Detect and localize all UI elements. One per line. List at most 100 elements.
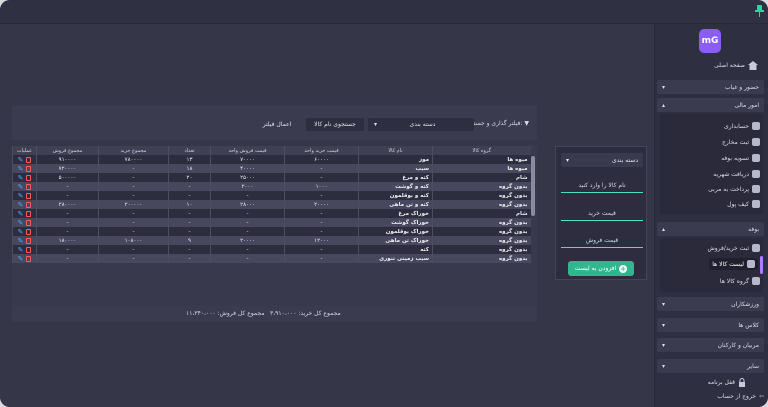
edit-icon[interactable]: ✎ [18,156,24,164]
delete-icon[interactable] [26,166,32,172]
delete-icon[interactable] [26,256,32,262]
sidebar-section-attendance[interactable]: ▾ حضور و غیاب [657,80,764,94]
table-cell: بدون گروه [432,182,531,191]
buy-price-input[interactable]: قیمت خرید [561,207,643,221]
table-row[interactable]: بدون گروه خوراک تن ماهی ۱۲۰۰۰ ۲۰۰۰۰ ۹ ۱۰۸۰۰۰ ۱… [12,236,531,245]
edit-icon[interactable]: ✎ [18,219,24,227]
table-row[interactable]: بدون گروه کته و گوشت ۱۰۰۰ ۲۰۰۰- - - ✎ [12,182,531,191]
sidebar-section-coaches[interactable]: ▾ مربیان و کارکنان [657,338,764,352]
sidebar-section-athletes[interactable]: ▾ ورزشکاران [657,297,764,311]
sidebar-section-buffet[interactable]: ▴ بوفه [657,222,764,236]
apply-filter-button[interactable]: اعمال فیلتر [252,118,302,131]
filter-bar: فیلتر گذاری و جستجو: ▼ ▾ دسته بندی جستجو… [12,106,537,140]
search-input[interactable]: جستجوی نام کالا [306,118,364,131]
product-name-input[interactable]: نام کالا را وارد کنید [561,179,643,193]
category-select-value: دسته بندی [612,156,638,164]
table-row[interactable]: میوه ها سیب -۴۰۰۰۰ ۱۸-۷۲۰۰۰۰ ✎ [12,164,531,173]
logout-button[interactable]: خروج از حساب ⇦ [717,393,764,400]
table-cell: ۵۰۰۰۰۰ [36,173,99,182]
column-header: عملیات [12,146,37,155]
filter-label-text: فیلتر گذاری و جستجو: [466,120,523,127]
dollar-icon [752,154,760,162]
edit-icon[interactable]: ✎ [18,183,24,191]
category-select[interactable]: ▾ دسته بندی [561,153,643,167]
table-cell: - [36,209,99,218]
delete-icon[interactable] [26,247,32,253]
wallet-icon [752,200,760,208]
column-header: نام کالا [358,146,433,155]
table-cell: ۲۰۰۰۰۰ [98,200,169,209]
delete-icon[interactable] [26,238,32,244]
sidebar-item-expenses[interactable]: ثبت مخارج [722,138,760,146]
sidebar-section-other[interactable]: ▾ سایر [657,359,764,373]
sell-price-input[interactable]: قیمت فروش [561,234,643,248]
athletes-label: ورزشکاران [731,300,759,308]
delete-icon[interactable] [26,220,32,226]
delete-icon[interactable] [26,193,32,199]
sidebar-item-buy-sell[interactable]: ثبت خرید/فروش [707,244,760,252]
table-cell: - [210,191,285,200]
delete-icon[interactable] [26,175,32,181]
table-row[interactable]: بدون گروه خوراک گوشت - - - - - ✎ [12,218,531,227]
sidebar-item-accounting[interactable]: حسابداری [724,122,760,130]
table-cell: بدون گروه [432,191,531,200]
table-row[interactable]: بدون گروه کته و تن ماهی ۲۰۰۰۰ ۲۸۰۰۰ ۱۰ ۲۰۰۰۰۰… [12,200,531,209]
table-cell: - [284,209,359,218]
edit-icon[interactable]: ✎ [18,210,24,218]
sidebar-item-coach-payment[interactable]: پرداخت به مربی [708,185,760,193]
table-cell: - [98,191,169,200]
table-cell: ۷۲۰۰۰۰ [36,164,99,173]
table-header-row: گروه کالا نام کالا قیمت خرید واحد قیمت فروش… [12,146,531,155]
category-filter-select[interactable]: ▾ دسته بندی [368,118,474,131]
edit-icon[interactable]: ✎ [18,165,24,173]
lock-app-button[interactable]: قفل برنامه [708,378,746,387]
delete-icon[interactable] [26,157,32,163]
buy-price-placeholder: قیمت خرید [588,210,616,217]
sidebar-item-buffet-settlement[interactable]: تسویه بوفه [721,154,760,162]
table-cell: - [36,254,99,263]
products-grid: گروه کالا نام کالا قیمت خرید واحد قیمت فروش… [12,146,531,263]
sidebar-section-classes[interactable]: ▾ کلاس ها [657,318,764,332]
sidebar-item-wallet[interactable]: کیف پول [727,200,760,208]
receipt-icon [752,138,760,146]
edit-icon[interactable]: ✎ [18,237,24,245]
table-cell: - [284,245,359,254]
row-actions: ✎ [12,245,37,254]
table-row[interactable]: شام کته و مرغ -۲۵۰۰۰ ۲۰-۵۰۰۰۰۰ ✎ [12,173,531,182]
delete-icon[interactable] [26,202,32,208]
table-row[interactable]: بدون گروه سیب زمینی تنوری - - - - - ✎ [12,254,531,263]
add-to-list-button[interactable]: افزودن به لیست + [568,261,634,276]
table-cell: - [210,254,285,263]
table-cell: ۹ [168,236,211,245]
edit-icon[interactable]: ✎ [18,255,24,263]
edit-icon[interactable]: ✎ [18,246,24,254]
table-row[interactable]: بدون گروه خوراک بوقلمون - - - - - ✎ [12,227,531,236]
sidebar-item-home[interactable]: صفحه اصلی [714,61,758,70]
table-row[interactable]: میوه ها موز ۶۰۰۰۰ ۷۰۰۰۰ ۱۳ ۷۸۰۰۰۰ ۹۱۰۰۰۰ ✎ [12,155,531,164]
pin-icon[interactable] [755,5,764,17]
edit-icon[interactable]: ✎ [18,192,24,200]
row-actions: ✎ [12,155,37,164]
edit-icon[interactable]: ✎ [18,228,24,236]
delete-icon[interactable] [26,184,32,190]
table-row[interactable]: بدون گروه کته و بوقلمون - - - - - ✎ [12,191,531,200]
delete-icon[interactable] [26,211,32,217]
edit-icon[interactable]: ✎ [18,201,24,209]
sidebar-item-product-list[interactable]: لیست کالا ها [709,258,758,270]
table-cell: - [284,191,359,200]
sidebar-item-tuition[interactable]: دریافت شهریه [713,170,760,178]
delete-icon[interactable] [26,229,32,235]
search-input-value: جستجوی نام کالا [314,121,356,128]
table-scrollbar[interactable] [531,156,535,216]
other-label: سایر [747,362,759,370]
sidebar-item-product-groups[interactable]: گروه کالا ها [720,277,760,285]
row-actions: ✎ [12,236,37,245]
table-cell: خوراک بوقلمون [358,227,433,236]
table-cell: ۱۰۰۰ [284,182,359,191]
plus-icon [752,244,760,252]
sidebar-section-finance[interactable]: ▴ امور مالی [657,98,764,112]
table-row[interactable]: بدون گروه کته - - - - - ✎ [12,245,531,254]
table-row[interactable]: شام خوراک مرغ - - - - - ✎ [12,209,531,218]
edit-icon[interactable]: ✎ [18,174,24,182]
table-cell: - [168,245,211,254]
